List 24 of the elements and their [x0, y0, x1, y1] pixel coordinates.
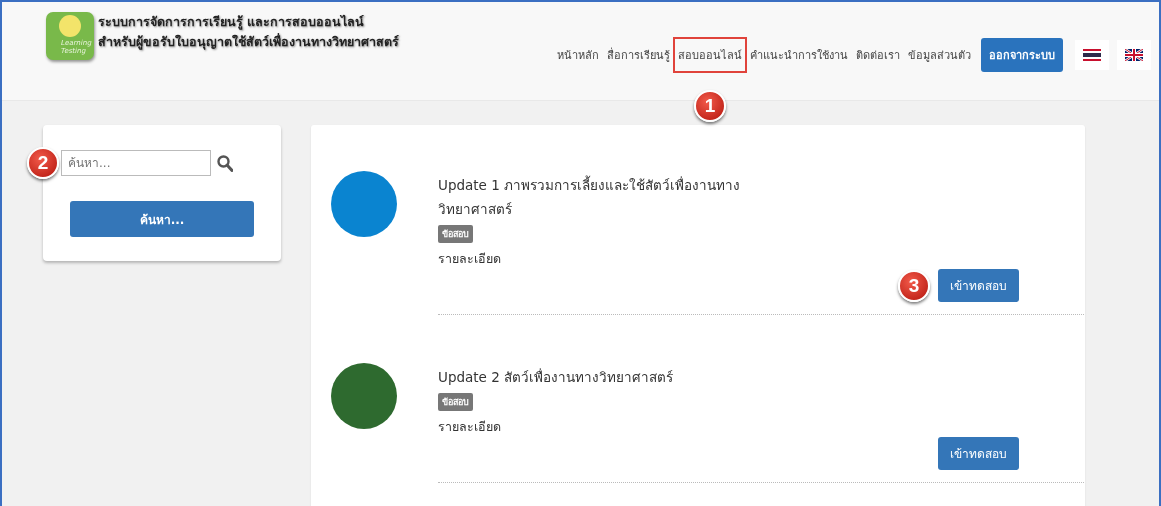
details-text: รายละเอียด [438, 250, 502, 268]
thai-flag-icon[interactable] [1075, 40, 1109, 70]
search-button[interactable]: ค้นหา... [70, 201, 254, 237]
site-title: สำหรับผู้ขอรับใบอนุญาตใช้สัตว์เพื่องานทางวิทยาศาสตร์ [98, 32, 399, 52]
annotation-badge: 3 [898, 269, 930, 302]
logout-button[interactable]: ออกจากระบบ [981, 38, 1063, 72]
annotation-badge: 2 [27, 147, 59, 179]
nav-link[interactable]: ติดต่อเรา [852, 38, 904, 72]
exam-tag: ข้อสอบ [438, 225, 473, 243]
exam-title: Update 1 ภาพรวมการเลี้ยงและใช้สัตว์เพื่องานทาง วิทยาศาสตร์ [438, 174, 742, 219]
details-text: รายละเอียด [438, 418, 502, 436]
start-exam-button[interactable]: เข้าทดสอบ [938, 269, 1019, 302]
nav-link[interactable]: คำแนะนำการใช้งาน [746, 38, 852, 72]
exam-tag: ข้อสอบ [438, 393, 473, 411]
search-field[interactable]: ค้นหา... [61, 150, 211, 176]
nav-link[interactable]: หน้าหลัก [553, 38, 603, 72]
exam-title: Update 2 สัตว์เพื่องานทางวิทยาศาสตร์ [438, 367, 675, 387]
nav-link[interactable]: ข้อมูลส่วนตัว [904, 38, 975, 72]
site-title: ระบบการจัดการการเรียนรู้ และการสอบออนไลน์ [98, 13, 366, 32]
uk-flag-icon[interactable] [1117, 40, 1151, 70]
annotation-badge: 1 [694, 90, 726, 122]
nav-link[interactable]: สื่อการเรียนรู้ [603, 38, 674, 72]
search-icon[interactable] [217, 154, 233, 172]
start-exam-button[interactable]: เข้าทดสอบ [938, 437, 1019, 470]
